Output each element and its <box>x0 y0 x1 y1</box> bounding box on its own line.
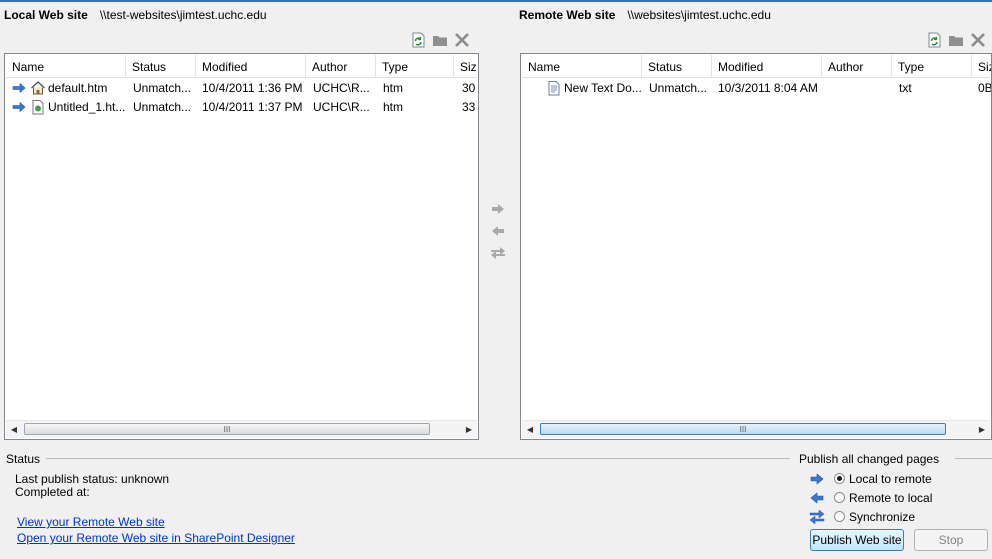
remote-toolbar <box>925 31 987 49</box>
file-status: Unmatch... <box>133 100 192 114</box>
local-site-path: \\test-websites\jimtest.uchc.edu <box>99 8 267 22</box>
open-in-sharepoint-link[interactable]: Open your Remote Web site in SharePoint … <box>17 531 295 545</box>
column-size[interactable]: Siz <box>454 55 478 77</box>
radio-synchronize[interactable] <box>834 511 845 522</box>
file-size: 30 <box>462 81 476 95</box>
refresh-icon[interactable] <box>409 31 427 49</box>
file-type: htm <box>383 100 404 114</box>
stop-button[interactable]: Stop <box>914 529 988 551</box>
scroll-left-icon[interactable]: ◀ <box>6 421 22 438</box>
file-status: Unmatch... <box>649 81 708 95</box>
file-status: Unmatch... <box>133 81 192 95</box>
right-arrow-icon <box>12 101 26 120</box>
table-row[interactable]: Untitled_1.ht... Unmatch... 10/4/2011 1:… <box>6 98 477 117</box>
scroll-grip: III <box>739 425 747 434</box>
file-author: UCHC\R... <box>313 100 370 114</box>
scroll-grip: III <box>223 425 231 434</box>
local-site-header: Local Web site \\test-websites\jimtest.uc… <box>4 8 267 22</box>
radio-local-to-remote[interactable] <box>834 473 845 484</box>
completed-at: Completed at: <box>15 485 90 499</box>
table-row[interactable]: New Text Do... Unmatch... 10/3/2011 8:04… <box>522 79 992 99</box>
file-size: 0B <box>978 81 992 95</box>
column-name[interactable]: Name <box>522 55 642 77</box>
option-label: Remote to local <box>849 491 933 505</box>
left-arrow-icon <box>808 491 826 505</box>
view-remote-site-link[interactable]: View your Remote Web site <box>17 515 165 529</box>
column-modified[interactable]: Modified <box>196 55 306 77</box>
file-type: txt <box>899 81 912 95</box>
local-horizontal-scrollbar[interactable]: ◀ III ▶ <box>6 420 477 438</box>
home-page-icon <box>30 80 46 99</box>
synchronize-icon <box>808 510 826 524</box>
delete-icon[interactable] <box>453 31 471 49</box>
status-divider <box>46 458 790 459</box>
publish-divider <box>955 458 992 459</box>
scroll-thumb[interactable]: III <box>24 423 430 435</box>
remote-site-title: Remote Web site <box>519 8 616 22</box>
file-modified: 10/4/2011 1:36 PM <box>202 81 303 95</box>
remote-horizontal-scrollbar[interactable]: ◀ III ▶ <box>522 420 990 438</box>
copy-right-icon[interactable] <box>489 202 507 216</box>
local-file-list[interactable]: Name Status Modified Author Type Siz def… <box>4 53 479 440</box>
refresh-icon[interactable] <box>925 31 943 49</box>
copy-left-icon[interactable] <box>489 224 507 238</box>
scroll-left-icon[interactable]: ◀ <box>522 421 538 438</box>
scroll-thumb[interactable]: III <box>540 423 946 435</box>
local-site-title: Local Web site <box>4 8 88 22</box>
local-column-headers: Name Status Modified Author Type Siz <box>6 55 477 78</box>
radio-remote-to-local[interactable] <box>834 492 845 503</box>
column-size[interactable]: Siz <box>972 55 991 77</box>
synchronize-icon[interactable] <box>489 246 507 260</box>
scroll-right-icon[interactable]: ▶ <box>974 421 990 438</box>
file-name: Untitled_1.ht... <box>48 100 126 114</box>
file-name: default.htm <box>48 81 108 95</box>
column-author[interactable]: Author <box>306 55 376 77</box>
remote-site-header: Remote Web site \\websites\jimtest.uchc.e… <box>519 8 771 22</box>
file-type: htm <box>383 81 404 95</box>
option-label: Synchronize <box>849 510 916 524</box>
last-publish-status: Last publish status: unknown <box>15 472 170 486</box>
text-document-icon <box>546 80 562 99</box>
file-author <box>829 79 891 98</box>
column-name[interactable]: Name <box>6 55 126 77</box>
remote-site-path: \\websites\jimtest.uchc.edu <box>627 8 771 22</box>
column-author[interactable]: Author <box>822 55 892 77</box>
file-author: UCHC\R... <box>313 81 370 95</box>
file-modified: 10/3/2011 8:04 AM <box>718 81 818 95</box>
local-toolbar <box>409 31 471 49</box>
transfer-buttons <box>489 202 507 268</box>
window-top-border <box>0 0 992 2</box>
scroll-right-icon[interactable]: ▶ <box>461 421 477 438</box>
right-arrow-icon <box>808 472 826 486</box>
file-name: New Text Do... <box>564 81 642 95</box>
file-size: 33 <box>462 100 476 114</box>
column-status[interactable]: Status <box>642 55 712 77</box>
file-modified: 10/4/2011 1:37 PM <box>202 100 303 114</box>
new-folder-icon[interactable] <box>947 31 965 49</box>
publish-web-site-button[interactable]: Publish Web site <box>810 529 904 551</box>
new-folder-icon[interactable] <box>431 31 449 49</box>
column-modified[interactable]: Modified <box>712 55 822 77</box>
delete-icon[interactable] <box>969 31 987 49</box>
column-status[interactable]: Status <box>126 55 196 77</box>
column-type[interactable]: Type <box>892 55 972 77</box>
column-type[interactable]: Type <box>376 55 454 77</box>
status-panel: Status Last publish status: unknown Comp… <box>0 443 992 559</box>
option-label: Local to remote <box>849 472 932 486</box>
remote-file-list[interactable]: Name Status Modified Author Type Siz New… <box>520 53 992 440</box>
status-title: Status <box>6 452 41 466</box>
publish-title: Publish all changed pages <box>799 452 940 466</box>
remote-column-headers: Name Status Modified Author Type Siz <box>522 55 991 78</box>
web-page-icon <box>30 99 46 118</box>
table-row[interactable]: default.htm Unmatch... 10/4/2011 1:36 PM… <box>6 79 477 98</box>
